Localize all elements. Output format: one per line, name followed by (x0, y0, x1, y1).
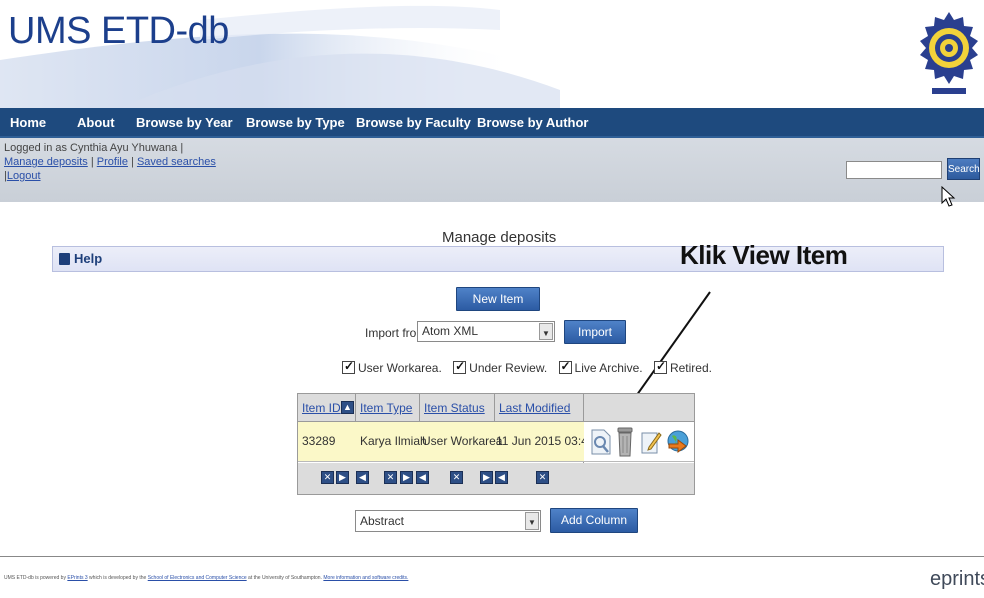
import-format-select[interactable]: Atom XML ▼ (417, 321, 555, 342)
eprints-logo[interactable]: eprints (930, 568, 984, 591)
mouse-cursor-icon (941, 186, 956, 207)
deposits-table: Item ID ▲ Item Type Item Status Last Mod… (297, 393, 695, 495)
page-title: Manage deposits (442, 229, 557, 246)
logged-in-text: Logged in as Cynthia Ayu Yhuwana | (4, 142, 184, 154)
move-left-icon[interactable]: ◀ (356, 471, 369, 484)
separator: | (131, 156, 134, 168)
search-input[interactable] (846, 161, 942, 179)
footer-credits: UMS ETD-db is powered by EPrints 3 which… (4, 575, 409, 581)
remove-item-icon[interactable] (616, 426, 634, 458)
move-right-icon[interactable]: ▶ (480, 471, 493, 484)
remove-column-icon[interactable]: ✕ (536, 471, 549, 484)
logout-link[interactable]: Logout (7, 170, 41, 182)
move-left-icon[interactable]: ◀ (495, 471, 508, 484)
sort-icon[interactable]: ▲ (341, 401, 354, 414)
filter-live-archive[interactable]: Live Archive. (558, 359, 643, 375)
checkbox[interactable] (653, 359, 667, 374)
help-icon (59, 253, 70, 265)
nav-home[interactable]: Home (10, 115, 46, 130)
saved-searches-link[interactable]: Saved searches (137, 156, 216, 168)
logout-line: |Logout (4, 170, 41, 182)
remove-column-icon[interactable]: ✕ (384, 471, 397, 484)
university-seal-logo (920, 12, 978, 94)
add-column-value: Abstract (360, 514, 405, 528)
more-info-link[interactable]: More information and software credits. (323, 575, 408, 581)
edit-item-icon[interactable] (640, 429, 662, 455)
search-button[interactable]: Search (947, 158, 980, 180)
table-row[interactable]: 33289 Karya Ilmiah User Workarea 11 Jun … (298, 422, 595, 462)
checkbox[interactable] (558, 359, 572, 374)
table-footer-controls: ✕ ▶ ◀ ✕ ▶ ◀ ✕ ▶ ◀ ✕ (298, 463, 694, 494)
cell-item-id: 33289 (302, 434, 336, 448)
header-item-id[interactable]: Item ID (302, 401, 341, 415)
remove-column-icon[interactable]: ✕ (321, 471, 334, 484)
profile-link[interactable]: Profile (97, 156, 128, 168)
user-bar: Logged in as Cynthia Ayu Yhuwana | Manag… (0, 138, 984, 202)
eprints-link[interactable]: EPrints 3 (67, 575, 87, 581)
chevron-down-icon: ▼ (525, 512, 539, 530)
import-button[interactable]: Import (564, 320, 626, 344)
deposit-item-icon[interactable] (666, 428, 690, 454)
import-format-value: Atom XML (422, 324, 479, 338)
checkbox[interactable] (342, 359, 355, 374)
cell-item-status: User Workarea (422, 434, 503, 448)
nav-about[interactable]: About (77, 115, 115, 130)
move-right-icon[interactable]: ▶ (400, 471, 413, 484)
new-item-button[interactable]: New Item (456, 287, 540, 311)
header-banner: UMS ETD-db (0, 0, 984, 108)
cell-last-modified: 11 Jun 2015 03:46 (496, 434, 595, 448)
site-title[interactable]: UMS ETD-db (8, 10, 229, 53)
add-column-select[interactable]: Abstract ▼ (355, 510, 541, 532)
annotation-text: Klik View Item (680, 240, 848, 270)
help-label: Help (74, 251, 103, 266)
filter-retired[interactable]: Retired. (653, 359, 712, 375)
move-left-icon[interactable]: ◀ (416, 471, 429, 484)
chevron-down-icon: ▼ (539, 323, 553, 340)
header-last-modified[interactable]: Last Modified (499, 401, 570, 415)
table-header: Item ID ▲ Item Type Item Status Last Mod… (298, 394, 694, 422)
header-item-status[interactable]: Item Status (424, 401, 485, 415)
school-link[interactable]: School of Electronics and Computer Scien… (148, 575, 247, 581)
cell-item-type: Karya Ilmiah (360, 434, 427, 448)
manage-deposits-link[interactable]: Manage deposits (4, 156, 88, 168)
nav-browse-by-year[interactable]: Browse by Year (136, 115, 233, 130)
remove-column-icon[interactable]: ✕ (450, 471, 463, 484)
separator: | (90, 156, 94, 168)
filter-user-workarea[interactable]: User Workarea. (342, 359, 442, 375)
move-right-icon[interactable]: ▶ (336, 471, 349, 484)
row-actions (584, 422, 694, 462)
main-nav: Home About Browse by Year Browse by Type… (0, 108, 984, 138)
nav-browse-by-type[interactable]: Browse by Type (246, 115, 345, 130)
status-filters: User Workarea. Under Review. Live Archiv… (342, 359, 720, 381)
header-item-type[interactable]: Item Type (360, 401, 412, 415)
view-item-icon[interactable] (590, 428, 612, 456)
page: UMS ETD-db Home About Browse by Year Bro… (0, 0, 984, 598)
user-links: Manage deposits | Profile | Saved search… (4, 156, 216, 168)
filter-under-review[interactable]: Under Review. (453, 359, 547, 375)
add-column-button[interactable]: Add Column (550, 508, 638, 533)
nav-browse-by-author[interactable]: Browse by Author (477, 115, 588, 130)
checkbox[interactable] (453, 359, 467, 374)
footer-divider (0, 556, 984, 557)
nav-browse-by-faculty[interactable]: Browse by Faculty (356, 115, 471, 130)
